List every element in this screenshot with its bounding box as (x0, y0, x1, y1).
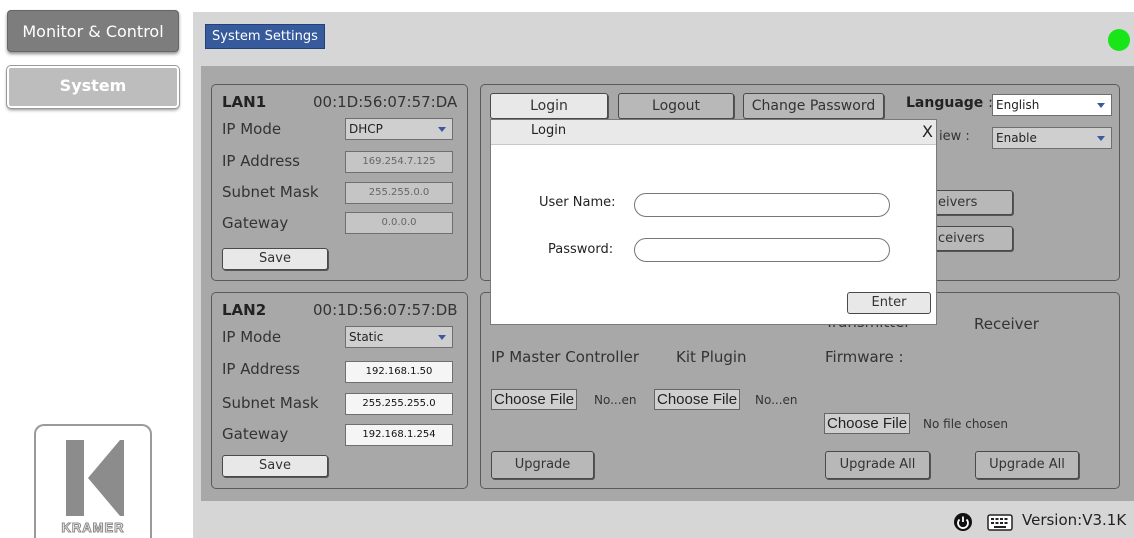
preview-label: iew : (939, 129, 970, 144)
lan2-mac: 00:1D:56:07:57:DB (313, 301, 458, 319)
lan2-gateway-label: Gateway (222, 425, 289, 443)
upgrade-all-receiver-button[interactable]: Upgrade All (975, 451, 1079, 479)
logo-text: KRAMER (61, 520, 125, 536)
choose-file-button-firmware[interactable]: Choose File (824, 413, 911, 434)
enter-button[interactable]: Enter (847, 292, 931, 314)
kramer-logo: KRAMER (34, 424, 152, 538)
lan1-save-button[interactable]: Save (222, 248, 328, 270)
lan1-gateway-field: 0.0.0.0 (345, 212, 453, 234)
lan2-subnet-field[interactable]: 255.255.255.0 (345, 393, 453, 415)
receiver-label: Receiver (974, 315, 1039, 333)
chevron-down-icon (1097, 103, 1105, 108)
status-indicator (1108, 29, 1130, 51)
lan2-save-button[interactable]: Save (222, 455, 328, 477)
username-label: User Name: (539, 195, 616, 210)
login-button[interactable]: Login (490, 93, 608, 119)
lan2-ip-mode-select[interactable]: Static (345, 326, 453, 348)
lan2-subnet-label: Subnet Mask (222, 394, 319, 412)
lan2-ip-mode-label: IP Mode (222, 328, 282, 346)
choose-file-button-plugin[interactable]: Choose File (654, 389, 741, 410)
lan1-ip-mode-label: IP Mode (222, 120, 282, 138)
version-label: Version:V3.1K (1022, 511, 1127, 529)
username-input[interactable] (634, 193, 890, 217)
login-dialog-header: Login X (491, 120, 936, 145)
upgrade-all-transmitter-button[interactable]: Upgrade All (825, 451, 930, 479)
kit-plugin-label: Kit Plugin (676, 348, 747, 366)
language-label: Language : (906, 95, 993, 111)
power-icon[interactable] (953, 512, 973, 532)
nav-system-button[interactable]: System (6, 65, 180, 109)
nav-monitor-control-button[interactable]: Monitor & Control (7, 10, 179, 52)
close-icon[interactable]: X (922, 122, 933, 141)
system-settings-tab[interactable]: System Settings (205, 24, 325, 49)
lan1-mac: 00:1D:56:07:57:DA (313, 93, 458, 111)
chevron-down-icon (438, 335, 446, 340)
password-label: Password: (548, 242, 614, 257)
preview-select[interactable]: Enable (992, 127, 1112, 149)
firmware-label: Firmware : (825, 348, 904, 366)
lan1-ip-address-field: 169.254.7.125 (345, 151, 453, 173)
lan1-subnet-label: Subnet Mask (222, 183, 319, 201)
kramer-k-icon (66, 440, 124, 516)
login-dialog: Login X User Name: Password: Enter (490, 119, 937, 325)
lan1-gateway-label: Gateway (222, 214, 289, 232)
lan2-title: LAN2 (222, 301, 267, 319)
logout-button[interactable]: Logout (618, 93, 734, 119)
change-password-button[interactable]: Change Password (743, 93, 884, 119)
login-dialog-title: Login (531, 123, 567, 138)
upgrade-button[interactable]: Upgrade (491, 451, 594, 479)
controller-file-name: No...en (594, 393, 637, 407)
choose-file-button-controller[interactable]: Choose File (491, 389, 578, 410)
lan2-ip-address-field[interactable]: 192.168.1.50 (345, 361, 453, 383)
ip-master-controller-label: IP Master Controller (491, 348, 640, 366)
language-select[interactable]: English (992, 94, 1112, 116)
lan2-gateway-field[interactable]: 192.168.1.254 (345, 424, 453, 446)
chevron-down-icon (1097, 136, 1105, 141)
keyboard-icon[interactable] (987, 514, 1013, 531)
lan1-title: LAN1 (222, 93, 267, 111)
lan2-ip-address-label: IP Address (222, 360, 300, 378)
lan1-ip-address-label: IP Address (222, 152, 300, 170)
plugin-file-name: No...en (755, 393, 798, 407)
lan1-ip-mode-select[interactable]: DHCP (345, 118, 453, 140)
firmware-file-name: No file chosen (923, 417, 1009, 431)
password-input[interactable] (634, 238, 890, 262)
lan1-subnet-field: 255.255.0.0 (345, 182, 453, 204)
chevron-down-icon (438, 127, 446, 132)
